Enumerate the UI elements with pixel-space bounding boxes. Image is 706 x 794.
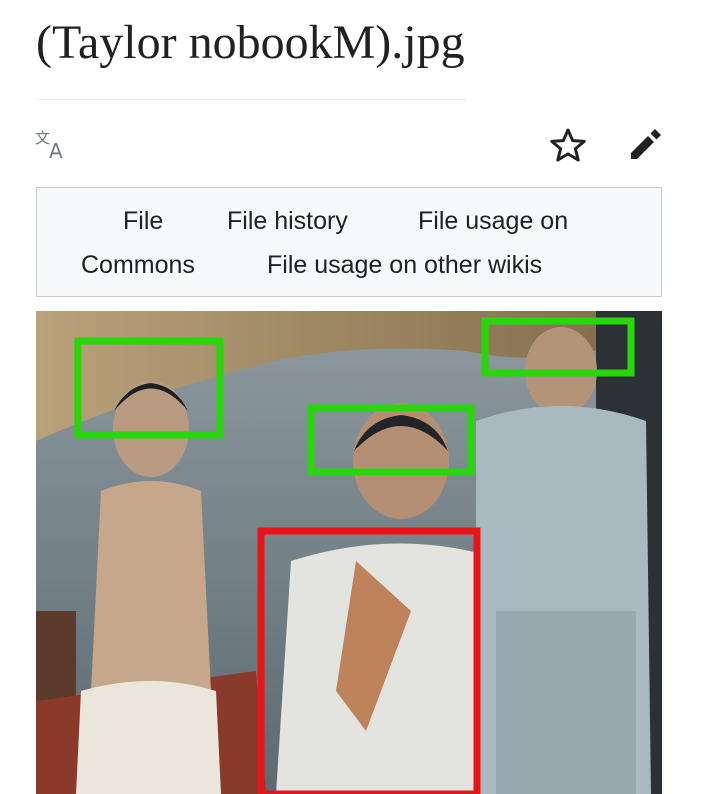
svg-text:文: 文 xyxy=(35,129,50,147)
edit-icon[interactable] xyxy=(624,124,666,166)
photo-illustration xyxy=(36,311,662,794)
tab-file[interactable]: File xyxy=(123,206,163,236)
title-divider xyxy=(36,99,466,100)
tab-file-usage-commons-continued[interactable]: Commons xyxy=(81,250,195,280)
tab-file-usage-other-wikis[interactable]: File usage on other wikis xyxy=(267,250,542,280)
tab-file-history[interactable]: File history xyxy=(227,206,348,236)
tab-file-usage-commons[interactable]: File usage on xyxy=(418,206,568,236)
star-icon[interactable] xyxy=(546,124,590,168)
translate-icon[interactable]: 文 A xyxy=(34,128,74,160)
svg-text:A: A xyxy=(49,139,63,160)
page-title: (Taylor nobookM).jpg xyxy=(36,16,465,69)
file-image[interactable] xyxy=(36,311,662,794)
file-tabs: File File history File usage on Commons … xyxy=(36,187,662,297)
